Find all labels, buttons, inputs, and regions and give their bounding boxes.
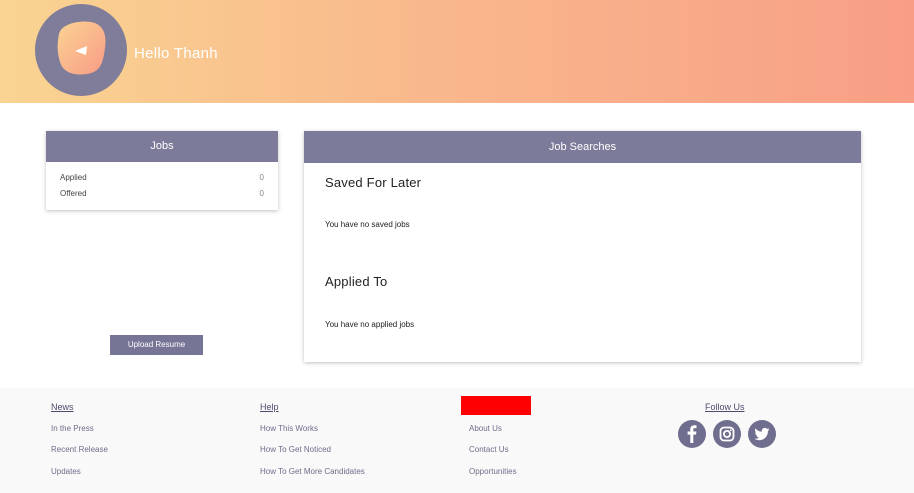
- job-searches-card: Job Searches Saved For Later You have no…: [304, 131, 861, 362]
- avatar-blob-icon: [57, 21, 106, 75]
- footer-link-about-us[interactable]: About Us: [469, 424, 502, 433]
- jobs-row-applied[interactable]: Applied 0: [60, 173, 264, 182]
- footer-link-recent-release[interactable]: Recent Release: [51, 445, 108, 454]
- red-placeholder-block: [461, 396, 531, 415]
- facebook-icon[interactable]: [678, 420, 706, 448]
- follow-us-heading[interactable]: Follow Us: [705, 402, 745, 412]
- footer-link-opportunities[interactable]: Opportunities: [469, 467, 517, 476]
- footer-link-how-to-get-more-candidates[interactable]: How To Get More Candidates: [260, 467, 365, 476]
- footer-link-contact-us[interactable]: Contact Us: [469, 445, 509, 454]
- instagram-icon[interactable]: [713, 420, 741, 448]
- profile-header: Hello Thanh: [0, 0, 914, 103]
- twitter-icon[interactable]: [748, 420, 776, 448]
- jobs-row-offered[interactable]: Offered 0: [60, 189, 264, 198]
- avatar[interactable]: [35, 4, 127, 96]
- footer-news-heading[interactable]: News: [51, 402, 74, 412]
- footer-help-heading[interactable]: Help: [260, 402, 279, 412]
- jobs-row-count: 0: [259, 173, 264, 182]
- job-searches-title: Job Searches: [304, 131, 861, 163]
- jobs-row-label: Offered: [60, 189, 87, 198]
- upload-resume-button[interactable]: Upload Resume: [110, 335, 203, 355]
- footer-link-in-the-press[interactable]: In the Press: [51, 424, 94, 433]
- jobs-row-label: Applied: [60, 173, 87, 182]
- applied-empty-message: You have no applied jobs: [325, 320, 415, 329]
- footer: News In the Press Recent Release Updates…: [0, 388, 914, 493]
- footer-link-updates[interactable]: Updates: [51, 467, 81, 476]
- footer-link-how-to-get-noticed[interactable]: How To Get Noticed: [260, 445, 331, 454]
- saved-for-later-heading: Saved For Later: [325, 175, 422, 190]
- jobs-card-title: Jobs: [46, 131, 278, 162]
- applied-to-heading: Applied To: [325, 274, 388, 289]
- saved-empty-message: You have no saved jobs: [325, 220, 410, 229]
- greeting-text: Hello Thanh: [134, 45, 218, 62]
- jobs-row-count: 0: [259, 189, 264, 198]
- footer-link-how-this-works[interactable]: How This Works: [260, 424, 318, 433]
- jobs-card: Jobs Applied 0 Offered 0: [46, 131, 278, 210]
